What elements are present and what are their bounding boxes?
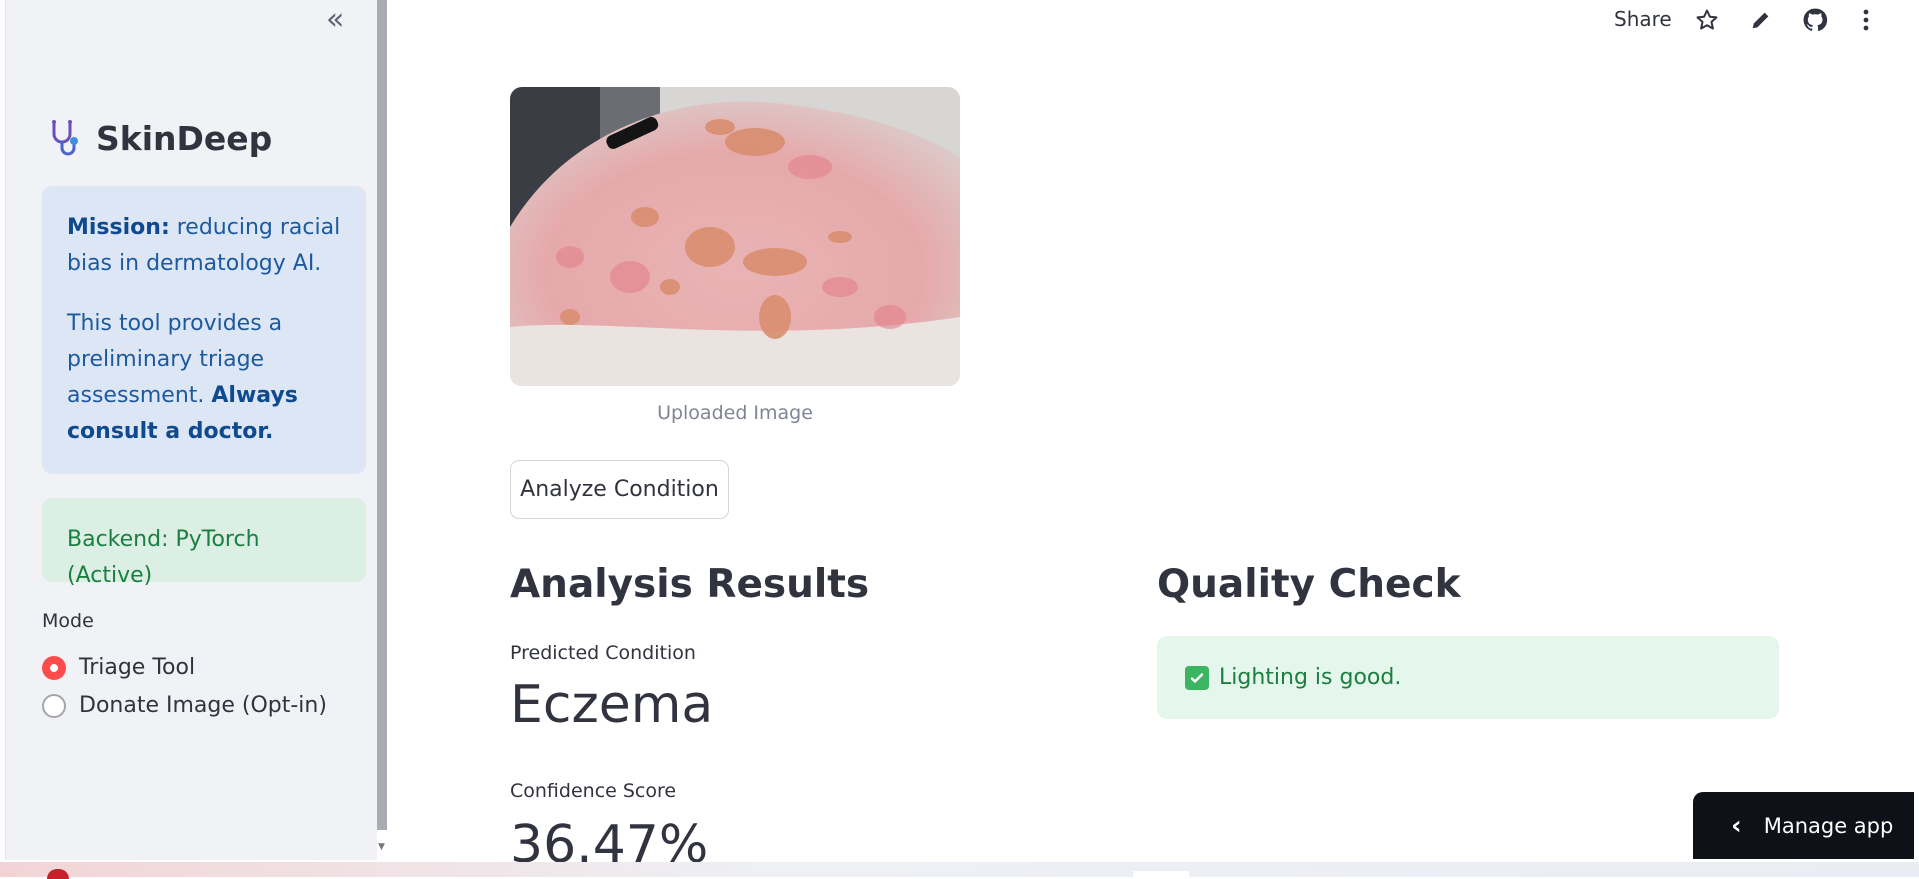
more-menu-icon[interactable] bbox=[1853, 7, 1879, 33]
app-title: SkinDeep bbox=[96, 118, 273, 158]
manage-app-label: Manage app bbox=[1763, 813, 1894, 838]
mission-label: Mission: bbox=[67, 215, 170, 240]
quality-success-box: Lighting is good. bbox=[1157, 636, 1779, 719]
radio-label: Donate Image (Opt-in) bbox=[79, 693, 327, 718]
taskbar-tab[interactable] bbox=[1133, 871, 1189, 877]
predicted-condition-value: Eczema bbox=[510, 675, 714, 735]
stethoscope-icon bbox=[52, 120, 78, 156]
manage-app-button[interactable]: ‹ Manage app bbox=[1693, 792, 1914, 859]
mode-label: Mode bbox=[42, 610, 94, 632]
analyze-condition-button[interactable]: Analyze Condition bbox=[510, 460, 729, 519]
brand: SkinDeep bbox=[46, 118, 272, 158]
check-mark-icon bbox=[1185, 665, 1209, 690]
scroll-down-icon[interactable]: ▼ bbox=[378, 842, 385, 852]
predicted-condition-label: Predicted Condition bbox=[510, 642, 696, 664]
quality-message: Lighting is good. bbox=[1219, 665, 1402, 690]
star-icon[interactable] bbox=[1694, 7, 1720, 33]
sidebar: « SkinDeep Mission: reducing racial bias… bbox=[5, 0, 377, 860]
quality-check-heading: Quality Check bbox=[1157, 562, 1461, 607]
backend-status: Backend: PyTorch (Active) bbox=[42, 498, 366, 588]
sidebar-scrollbar[interactable] bbox=[377, 0, 387, 830]
collapse-sidebar-icon[interactable]: « bbox=[326, 5, 345, 35]
radio-selected-icon[interactable] bbox=[42, 655, 66, 680]
confidence-score-label: Confidence Score bbox=[510, 780, 677, 802]
radio-label: Triage Tool bbox=[79, 655, 196, 680]
mission-info-box: Mission: reducing racial bias in dermato… bbox=[42, 186, 366, 474]
share-button[interactable]: Share bbox=[1614, 7, 1672, 31]
radio-triage-tool[interactable]: Triage Tool bbox=[42, 655, 195, 680]
chevron-left-icon: ‹ bbox=[1731, 810, 1742, 841]
github-icon[interactable] bbox=[1802, 7, 1828, 33]
uploaded-image bbox=[510, 87, 960, 386]
taskbar bbox=[0, 862, 1919, 879]
radio-unselected-icon[interactable] bbox=[42, 693, 66, 718]
analysis-results-heading: Analysis Results bbox=[510, 562, 870, 607]
app-icon[interactable] bbox=[47, 869, 69, 879]
radio-donate-image[interactable]: Donate Image (Opt-in) bbox=[42, 693, 327, 718]
edit-icon[interactable] bbox=[1748, 7, 1774, 33]
image-caption: Uploaded Image bbox=[657, 402, 813, 424]
